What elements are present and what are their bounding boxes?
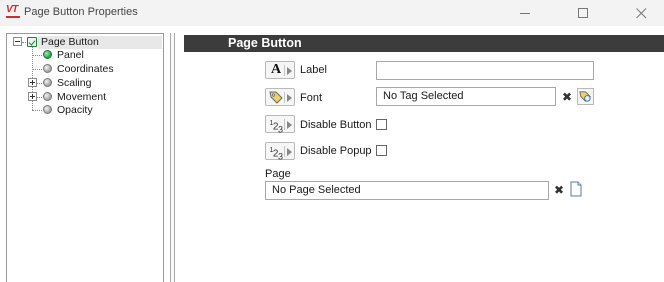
text-format-icon: A [270, 62, 282, 77]
dropdown-arrow-icon [287, 121, 292, 129]
page-field[interactable]: No Page Selected [265, 181, 549, 200]
label-binding-button[interactable]: A [265, 61, 295, 79]
expand-icon[interactable] [28, 92, 37, 101]
tree-item-label: Scaling [57, 77, 92, 89]
page-icon [570, 181, 582, 197]
numeric-icon: 123 [269, 120, 283, 135]
select-page-button[interactable] [569, 181, 585, 198]
close-button[interactable] [618, 0, 664, 26]
tree-item-label: Movement [57, 91, 107, 103]
close-icon [636, 8, 647, 19]
tree-item-page-button[interactable]: Page Button [38, 36, 162, 49]
disable-popup-binding-button[interactable]: 123 [265, 142, 295, 162]
window-title: Page Button Properties [24, 6, 138, 18]
page-heading: Page [265, 168, 291, 180]
disable-popup-label: Disable Popup [300, 145, 372, 157]
coordinates-node-icon [43, 64, 52, 73]
tree-connector [22, 42, 26, 43]
disable-button-label: Disable Button [300, 119, 372, 131]
tree-connector [37, 97, 42, 98]
panel-splitter[interactable] [170, 33, 175, 282]
property-tree[interactable]: Page Button Panel Coordinates Scaling Mo… [6, 33, 164, 282]
clear-page-button[interactable]: ✖ [551, 182, 567, 198]
font-binding-button[interactable] [265, 88, 295, 106]
clear-icon: ✖ [561, 90, 573, 104]
tree-connector [32, 55, 42, 56]
disable-button-checkbox[interactable] [376, 119, 387, 130]
font-field-label: Font [300, 92, 323, 104]
label-input[interactable] [376, 61, 594, 80]
dropdown-arrow-icon [287, 94, 292, 102]
collapse-icon[interactable] [13, 37, 22, 46]
disable-popup-checkbox[interactable] [376, 145, 387, 156]
expand-icon[interactable] [28, 78, 37, 87]
minimize-icon [520, 13, 530, 14]
clear-icon: ✖ [553, 183, 565, 197]
select-tag-button[interactable] [577, 88, 594, 105]
clear-font-button[interactable]: ✖ [559, 89, 575, 105]
scaling-node-icon [43, 78, 52, 87]
dropdown-arrow-icon [287, 148, 292, 156]
tree-item-label: Page Button [41, 36, 99, 48]
numeric-icon: 123 [269, 147, 283, 162]
tag-icon [268, 89, 284, 105]
app-logo-icon: VT [6, 4, 20, 18]
tree-item-label: Opacity [57, 104, 93, 116]
dropdown-arrow-icon [287, 67, 292, 75]
tree-connector [37, 83, 42, 84]
tag-search-icon [579, 91, 591, 102]
label-field-label: Label [300, 64, 327, 76]
opacity-node-icon [43, 105, 52, 114]
font-tag-field[interactable]: No Tag Selected [376, 87, 556, 106]
minimize-button[interactable] [502, 0, 548, 26]
disable-button-binding-button[interactable]: 123 [265, 115, 295, 135]
title-bar: VT Page Button Properties [0, 0, 664, 26]
tree-connector [32, 69, 42, 70]
tree-item-label: Panel [57, 49, 84, 61]
maximize-icon [578, 8, 588, 18]
section-header: Page Button [184, 35, 664, 52]
page-button-node-icon [27, 37, 37, 47]
tree-item-label: Coordinates [57, 63, 114, 75]
panel-node-icon [43, 50, 52, 59]
tree-connector [32, 110, 42, 111]
maximize-button[interactable] [560, 0, 606, 26]
movement-node-icon [43, 92, 52, 101]
